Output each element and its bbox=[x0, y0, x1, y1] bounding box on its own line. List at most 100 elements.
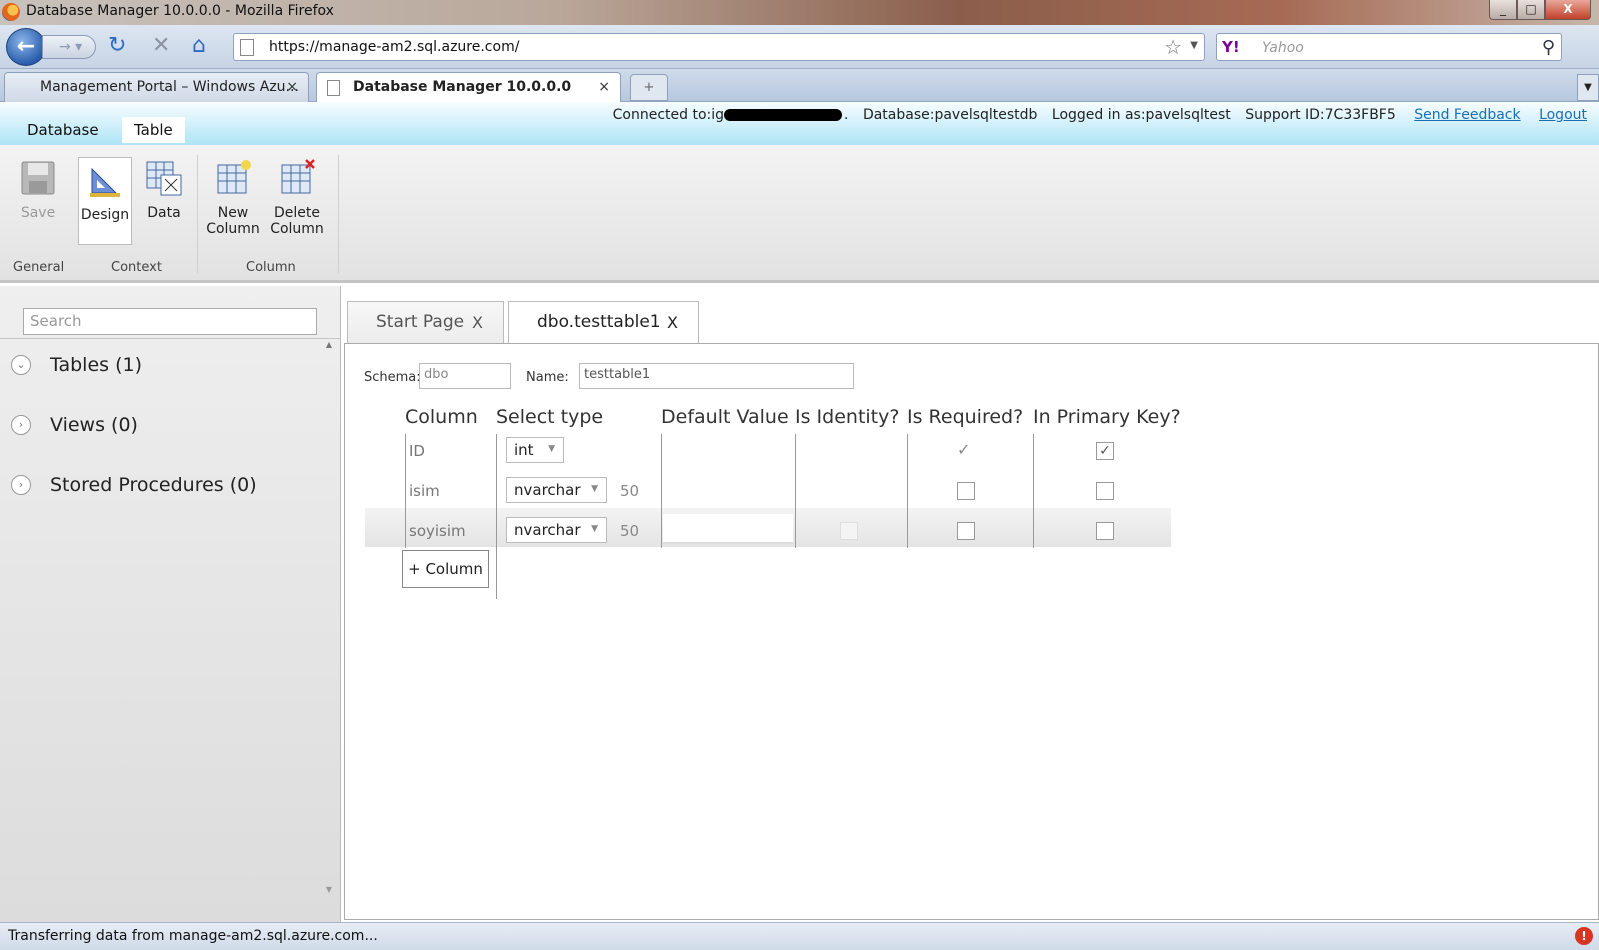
yahoo-search-engine-icon[interactable]: Y! bbox=[1222, 38, 1240, 56]
is-required-checkbox[interactable] bbox=[957, 522, 975, 540]
primary-key-checkbox[interactable] bbox=[1096, 522, 1114, 540]
type-select[interactable]: int ▼ bbox=[506, 437, 564, 463]
forward-arrow-icon: → ▾ bbox=[59, 39, 83, 55]
column-name-cell[interactable]: soyisim bbox=[409, 522, 466, 540]
chevron-right-icon[interactable]: › bbox=[11, 415, 31, 435]
data-grid-icon bbox=[146, 161, 182, 196]
reload-icon[interactable]: ↻ bbox=[108, 33, 126, 59]
support-id: Support ID:7C33FBF5 bbox=[1245, 107, 1396, 123]
sidebar-item-stored-procedures[interactable]: › Stored Procedures (0) bbox=[0, 459, 341, 519]
schema-field[interactable]: dbo bbox=[419, 363, 511, 389]
minimize-button[interactable]: _ bbox=[1489, 0, 1517, 20]
length-field[interactable]: 50 bbox=[620, 482, 639, 500]
delete-column-label-line1: Delete bbox=[274, 205, 320, 221]
new-column-icon bbox=[217, 160, 251, 194]
maximize-button[interactable]: □ bbox=[1517, 0, 1545, 20]
ribbon-group-separator bbox=[197, 155, 198, 273]
type-select[interactable]: nvarchar ▼ bbox=[506, 477, 607, 503]
stop-icon[interactable]: ✕ bbox=[152, 33, 170, 59]
type-select-value: nvarchar bbox=[514, 481, 581, 499]
table-name-field[interactable]: testtable1 bbox=[579, 363, 854, 389]
header-is-identity: Is Identity? bbox=[795, 406, 900, 428]
connection-info: Connected to:ig. Database:pavelsqltestdb… bbox=[613, 107, 1587, 123]
window-title: Database Manager 10.0.0.0 - Mozilla Fire… bbox=[26, 3, 334, 19]
back-button[interactable]: ← bbox=[6, 28, 46, 66]
type-select-value: nvarchar bbox=[514, 521, 581, 539]
sidebar-item-tables[interactable]: ⌄ Tables (1) bbox=[0, 339, 341, 399]
header-in-primary-key: In Primary Key? bbox=[1033, 406, 1181, 428]
delete-column-label-line2: Column bbox=[270, 221, 324, 237]
logged-in-user: Logged in as:pavelsqltest bbox=[1051, 107, 1231, 123]
grid-line bbox=[795, 434, 796, 548]
data-label: Data bbox=[147, 205, 181, 221]
chevron-right-icon[interactable]: › bbox=[11, 475, 31, 495]
design-icon bbox=[90, 167, 120, 197]
search-input[interactable]: Search bbox=[23, 308, 317, 335]
close-tab-icon[interactable]: X bbox=[472, 313, 483, 332]
tab-list-dropdown-icon[interactable]: ▼ bbox=[1577, 74, 1599, 101]
save-button[interactable]: Save bbox=[16, 159, 60, 221]
object-explorer-panel: Search ▲ ⌄ Tables (1) › Views (0) › Stor… bbox=[0, 286, 341, 922]
scroll-down-icon[interactable]: ▼ bbox=[326, 885, 332, 894]
sidebar-item-views[interactable]: › Views (0) bbox=[0, 399, 341, 459]
close-tab-icon[interactable]: × bbox=[286, 79, 298, 95]
alert-icon[interactable]: ! bbox=[1575, 927, 1593, 945]
tab-start-page[interactable]: Start Page X bbox=[347, 301, 504, 344]
design-button[interactable]: Design bbox=[78, 157, 132, 245]
bookmark-star-icon[interactable]: ☆ bbox=[1164, 35, 1182, 59]
is-required-checkbox[interactable] bbox=[957, 482, 975, 500]
tab-table[interactable]: Table bbox=[122, 117, 185, 143]
connected-to: Connected to:ig bbox=[612, 107, 725, 123]
add-column-button[interactable]: + Column bbox=[402, 550, 489, 588]
database-name: Database:pavelsqltestdb bbox=[862, 107, 1038, 123]
header-default-value: Default Value bbox=[661, 406, 789, 428]
primary-key-checkbox[interactable] bbox=[1096, 482, 1114, 500]
connected-suffix: . bbox=[844, 107, 849, 123]
sidebar-item-label: Views (0) bbox=[50, 414, 138, 436]
sidebar-item-label: Tables (1) bbox=[50, 354, 142, 376]
design-label: Design bbox=[80, 207, 130, 223]
close-tab-icon[interactable]: × bbox=[598, 79, 610, 95]
delete-column-icon bbox=[281, 159, 315, 194]
browser-tab-label: Management Portal – Windows Azu... bbox=[40, 79, 299, 95]
address-bar[interactable]: https://manage-am2.sql.azure.com/ ☆ ▼ bbox=[233, 33, 1205, 61]
home-icon[interactable]: ⌂ bbox=[192, 33, 206, 59]
doc-tab-label: dbo.testtable1 bbox=[537, 312, 661, 332]
ribbon-toolbar: Save Design Data New Column Delete Colum… bbox=[0, 145, 1599, 283]
magnifier-icon[interactable]: ⚲ bbox=[1542, 37, 1555, 58]
length-field[interactable]: 50 bbox=[620, 522, 639, 540]
type-select[interactable]: nvarchar ▼ bbox=[506, 517, 607, 543]
send-feedback-link[interactable]: Send Feedback bbox=[1414, 107, 1520, 123]
primary-key-checkbox[interactable]: ✓ bbox=[1096, 442, 1114, 460]
close-tab-icon[interactable]: X bbox=[667, 313, 678, 332]
redacted-server-name bbox=[724, 109, 843, 121]
back-arrow-icon: ← bbox=[16, 34, 36, 59]
tab-database[interactable]: Database bbox=[15, 117, 111, 143]
column-name-cell[interactable]: isim bbox=[409, 482, 440, 500]
browser-tab-management-portal[interactable]: Management Portal – Windows Azu... × bbox=[4, 72, 309, 102]
grid-line bbox=[496, 434, 497, 599]
status-bar: Transferring data from manage-am2.sql.az… bbox=[0, 922, 1599, 950]
page-icon bbox=[240, 39, 254, 56]
column-name-cell[interactable]: ID bbox=[409, 442, 425, 460]
browser-tab-label: Database Manager 10.0.0.0 bbox=[353, 79, 572, 95]
chevron-down-icon[interactable]: ⌄ bbox=[11, 355, 31, 375]
default-value-input[interactable] bbox=[663, 514, 793, 544]
close-window-button[interactable]: X bbox=[1545, 0, 1591, 20]
url-dropdown-icon[interactable]: ▼ bbox=[1190, 40, 1198, 51]
search-bar[interactable]: Y! Yahoo ⚲ bbox=[1216, 33, 1562, 61]
data-button[interactable]: Data bbox=[143, 159, 185, 221]
table-designer: Schema: dbo Name: testtable1 Column Sele… bbox=[344, 343, 1599, 920]
logout-link[interactable]: Logout bbox=[1539, 107, 1587, 123]
new-column-label-line2: Column bbox=[206, 221, 260, 237]
window-title-bar: Database Manager 10.0.0.0 - Mozilla Fire… bbox=[0, 0, 1599, 25]
chevron-down-icon: ▼ bbox=[591, 484, 598, 494]
new-column-button[interactable]: New Column bbox=[206, 159, 260, 237]
forward-button[interactable]: → ▾ bbox=[42, 35, 96, 59]
is-identity-checkbox[interactable] bbox=[840, 522, 858, 540]
new-tab-button[interactable]: + bbox=[630, 74, 668, 101]
browser-tab-database-manager[interactable]: Database Manager 10.0.0.0 × bbox=[316, 72, 621, 103]
tab-dbo-testtable1[interactable]: dbo.testtable1 X bbox=[508, 301, 699, 345]
delete-column-button[interactable]: Delete Column bbox=[270, 159, 324, 237]
ribbon-group-column: Column bbox=[246, 260, 296, 275]
